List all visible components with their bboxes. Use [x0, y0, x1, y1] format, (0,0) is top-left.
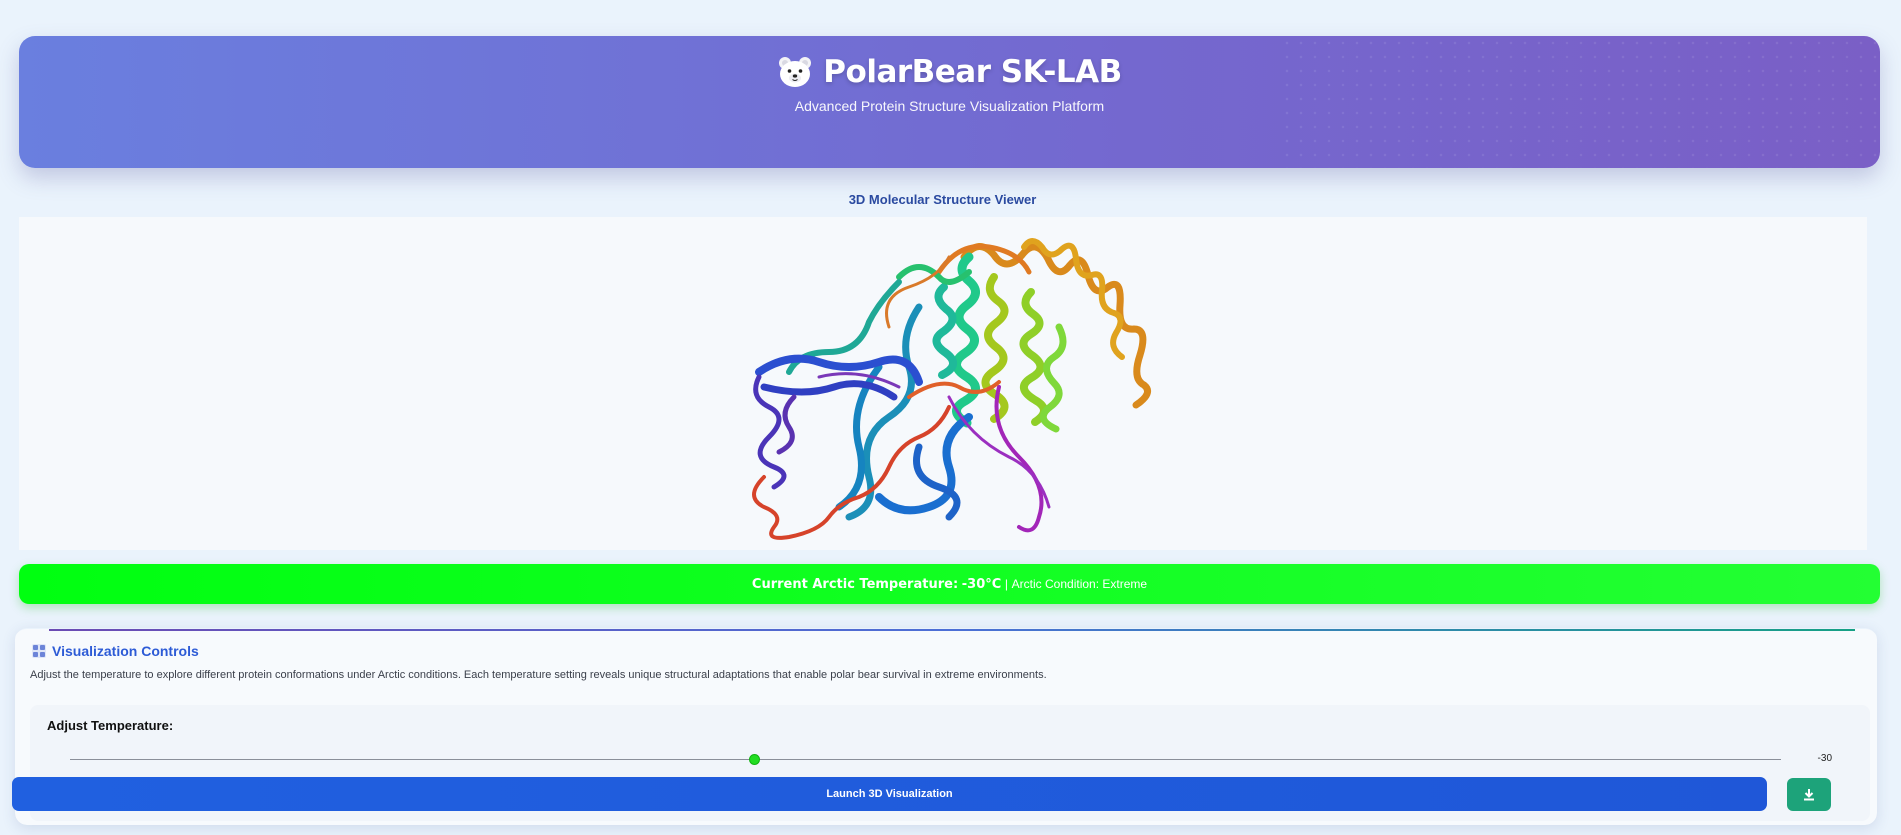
download-icon [1803, 788, 1815, 801]
viewer-label: 3D Molecular Structure Viewer [848, 192, 1037, 207]
protein-ribbon-structure[interactable] [19, 217, 1867, 550]
adjust-temperature-label: Adjust Temperature: [47, 718, 174, 733]
controls-header: Visualization Controls [32, 643, 199, 659]
polar-bear-face-icon [777, 56, 813, 88]
temperature-slider-track[interactable] [70, 759, 1781, 760]
download-button[interactable] [1787, 778, 1831, 811]
temperature-value: -30°C [961, 577, 1002, 592]
temperature-label: Current Arctic Temperature: [751, 577, 959, 592]
launch-3d-visualization-button[interactable]: Launch 3D Visualization [12, 777, 1767, 811]
panel-accent-line [49, 629, 1855, 631]
separator: | [1004, 577, 1009, 591]
temperature-slider-thumb[interactable] [748, 754, 760, 765]
molecular-viewer[interactable] [19, 217, 1867, 550]
app-header: PolarBear SK-LAB Advanced Protein Struct… [19, 36, 1880, 168]
controls-title: Visualization Controls [52, 643, 199, 659]
app-title: PolarBear SK-LAB [823, 54, 1122, 90]
title-row: PolarBear SK-LAB [19, 54, 1880, 90]
grid-icon [32, 644, 46, 658]
temperature-slider-value: -30 [1817, 753, 1832, 764]
arctic-condition: Arctic Condition: Extreme [1011, 577, 1148, 591]
app-subtitle: Advanced Protein Structure Visualization… [794, 98, 1105, 114]
temperature-status-banner: Current Arctic Temperature: -30°C | Arct… [19, 564, 1880, 604]
controls-description: Adjust the temperature to explore differ… [30, 669, 1047, 681]
